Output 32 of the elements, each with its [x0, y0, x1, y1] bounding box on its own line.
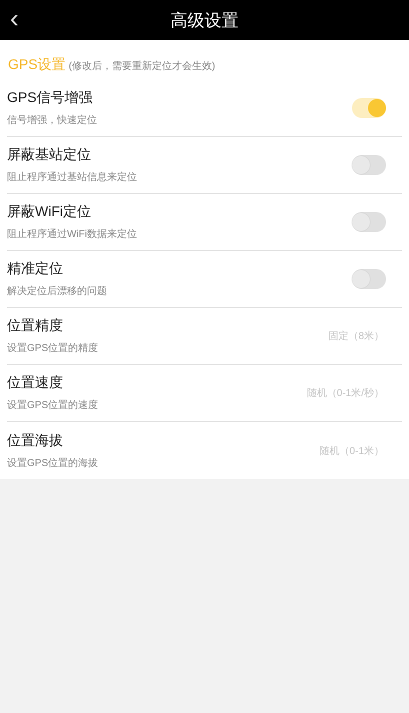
- toggle-switch[interactable]: [352, 155, 386, 175]
- setting-title: 屏蔽基站定位: [7, 146, 92, 164]
- setting-description: 信号增强，快速定位: [7, 114, 98, 127]
- toggle-switch[interactable]: [352, 98, 386, 118]
- settings-row[interactable]: 位置速度 设置GPS位置的速度 随机（0-1米/秒）: [7, 365, 402, 422]
- setting-title: 位置海拔: [7, 432, 64, 450]
- setting-description: 解决定位后漂移的问题: [7, 284, 108, 298]
- setting-value: 随机（0-1米/秒）: [306, 386, 384, 400]
- settings-row[interactable]: 屏蔽WiFi定位 阻止程序通过WiFi数据来定位: [7, 194, 402, 251]
- back-button[interactable]: ‹: [4, 4, 25, 32]
- setting-value: 随机（0-1米）: [320, 444, 384, 458]
- settings-row[interactable]: 位置精度 设置GPS位置的精度 固定（8米）: [7, 308, 402, 365]
- settings-row[interactable]: 屏蔽基站定位 阻止程序通过基站信息来定位: [7, 137, 402, 194]
- setting-title: 位置精度: [7, 317, 64, 335]
- setting-title: 位置速度: [7, 374, 64, 392]
- setting-description: 设置GPS位置的精度: [7, 342, 100, 355]
- setting-value: 固定（8米）: [328, 330, 384, 343]
- page-title: 高级设置: [170, 10, 238, 32]
- setting-description: 阻止程序通过基站信息来定位: [7, 170, 138, 184]
- toggle-switch[interactable]: [352, 212, 386, 232]
- settings-row[interactable]: 位置海拔 设置GPS位置的海拔 随机（0-1米）: [7, 422, 402, 479]
- section-note: (修改后，需要重新定位才会生效): [68, 60, 216, 73]
- settings-row[interactable]: GPS信号增强 信号增强，快速定位: [7, 80, 402, 137]
- setting-description: 阻止程序通过WiFi数据来定位: [7, 228, 138, 241]
- setting-title: 屏蔽WiFi定位: [7, 203, 92, 221]
- settings-row[interactable]: 精准定位 解决定位后漂移的问题: [7, 251, 402, 308]
- setting-title: GPS信号增强: [7, 89, 94, 107]
- setting-description: 设置GPS位置的海拔: [7, 456, 100, 470]
- setting-title: 精准定位: [7, 260, 64, 278]
- toggle-switch[interactable]: [352, 269, 386, 289]
- setting-description: 设置GPS位置的速度: [7, 398, 100, 412]
- section-title: GPS设置: [8, 56, 66, 74]
